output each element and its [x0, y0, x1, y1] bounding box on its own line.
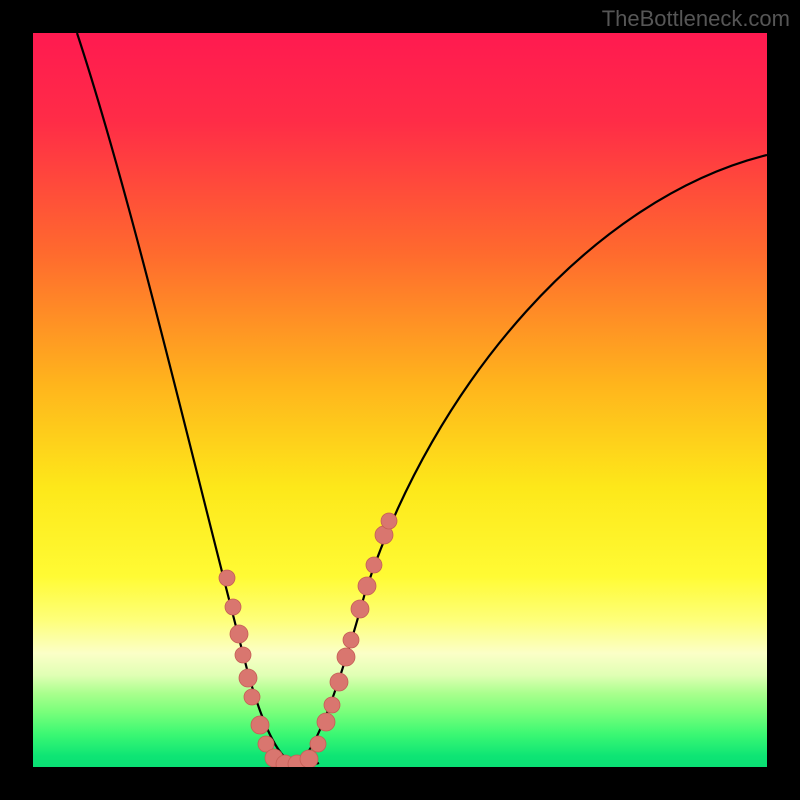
data-marker — [337, 648, 355, 666]
data-marker — [300, 750, 318, 767]
data-marker — [310, 736, 326, 752]
data-marker — [324, 697, 340, 713]
data-marker — [225, 599, 241, 615]
data-marker — [381, 513, 397, 529]
bottleneck-curve — [77, 33, 767, 763]
data-marker — [351, 600, 369, 618]
data-marker — [230, 625, 248, 643]
data-marker — [366, 557, 382, 573]
marker-group — [219, 513, 397, 767]
data-marker — [330, 673, 348, 691]
curve-group — [77, 33, 767, 766]
data-marker — [239, 669, 257, 687]
data-marker — [317, 713, 335, 731]
chart-frame: TheBottleneck.com — [0, 0, 800, 800]
watermark-text: TheBottleneck.com — [602, 6, 790, 32]
data-marker — [358, 577, 376, 595]
chart-svg — [33, 33, 767, 767]
data-marker — [251, 716, 269, 734]
data-marker — [219, 570, 235, 586]
plot-area — [33, 33, 767, 767]
data-marker — [343, 632, 359, 648]
data-marker — [244, 689, 260, 705]
data-marker — [235, 647, 251, 663]
